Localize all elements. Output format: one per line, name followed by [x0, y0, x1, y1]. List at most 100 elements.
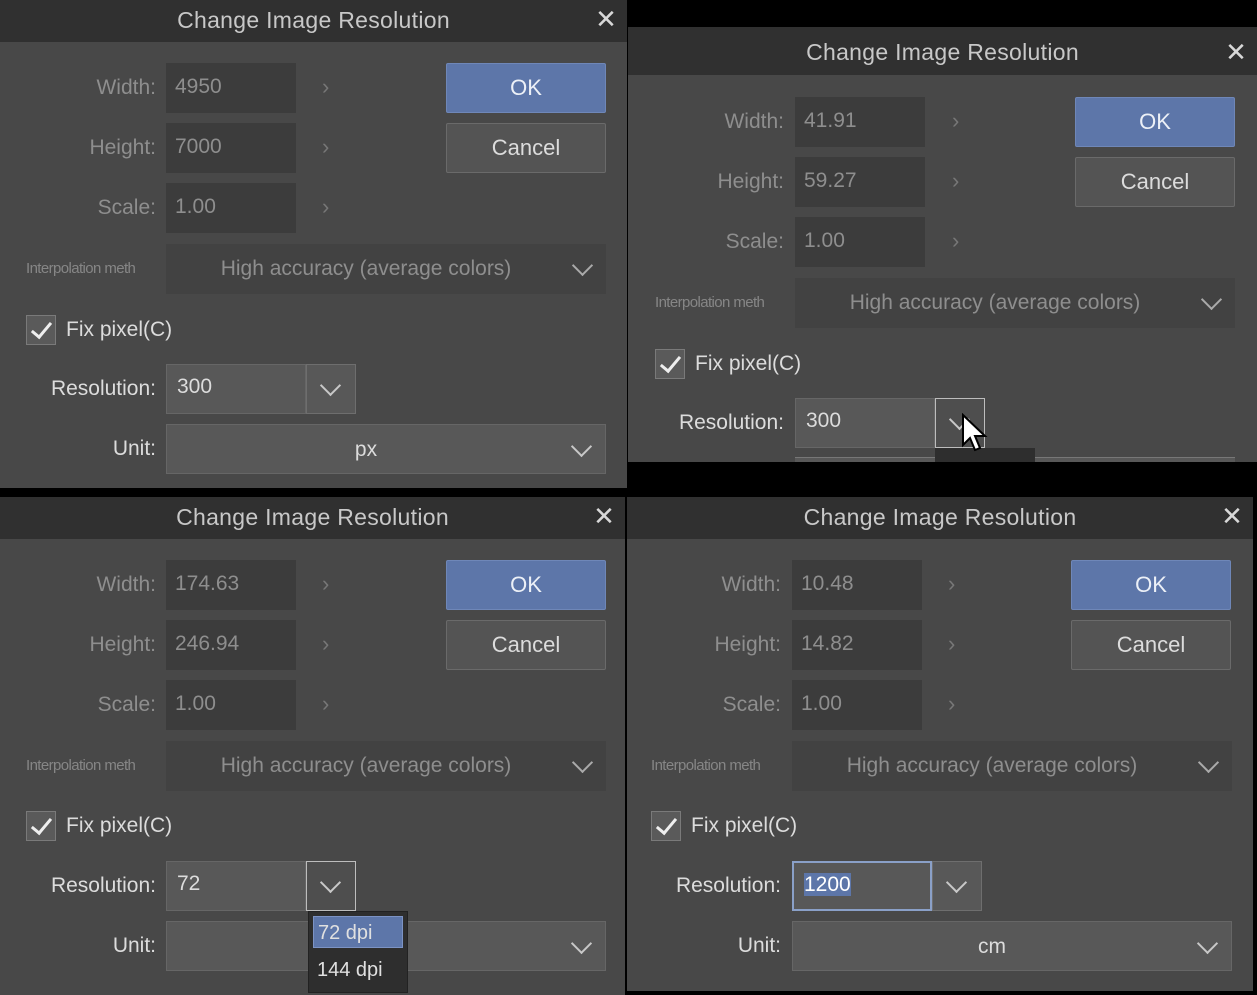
- fix-pixel-label: Fix pixel(C): [691, 814, 798, 837]
- cancel-button[interactable]: Cancel: [446, 123, 606, 173]
- fix-pixel-checkbox[interactable]: [655, 349, 685, 379]
- ok-button[interactable]: OK: [1075, 97, 1235, 147]
- close-icon[interactable]: ✕: [1221, 503, 1243, 529]
- chevron-right-icon[interactable]: ›: [322, 691, 329, 717]
- chevron-right-icon[interactable]: ›: [952, 228, 959, 254]
- resolution-dropdown-button[interactable]: [932, 861, 982, 911]
- width-field[interactable]: 10.48: [792, 560, 922, 610]
- interpolation-value: High accuracy (average colors): [220, 754, 512, 777]
- title-bar[interactable]: Change Image Resolution ✕: [628, 27, 1257, 75]
- chevron-right-icon[interactable]: ›: [948, 691, 955, 717]
- resolution-value: 300: [806, 409, 842, 432]
- resolution-label: Resolution:: [675, 874, 781, 897]
- height-label: Height:: [89, 136, 156, 159]
- chevron-right-icon[interactable]: ›: [322, 194, 329, 220]
- chevron-right-icon[interactable]: ›: [322, 571, 329, 597]
- height-label: Height:: [89, 633, 156, 656]
- scale-value: 1.00: [804, 229, 845, 252]
- resolution-options-popup: 72 dpi 144 dpi: [308, 911, 408, 993]
- unit-label: Unit:: [112, 437, 156, 460]
- ok-button[interactable]: OK: [1071, 560, 1231, 610]
- fix-pixel-checkbox[interactable]: [26, 811, 56, 841]
- cancel-button[interactable]: Cancel: [1071, 620, 1231, 670]
- resolution-dropdown-button[interactable]: [306, 364, 356, 414]
- interpolation-label: Interpolation meth: [26, 260, 136, 277]
- width-value: 10.48: [801, 572, 854, 595]
- height-value: 246.94: [175, 632, 240, 655]
- unit-label: Unit:: [112, 934, 156, 957]
- close-icon[interactable]: ✕: [595, 6, 617, 32]
- title-bar[interactable]: Change Image Resolution ✕: [627, 497, 1253, 539]
- height-value: 7000: [175, 135, 222, 158]
- resolution-input[interactable]: 300: [166, 364, 306, 414]
- scale-value: 1.00: [175, 692, 216, 715]
- height-label: Height:: [714, 633, 781, 656]
- resolution-input[interactable]: 300: [795, 398, 935, 448]
- checkmark-icon: [30, 316, 53, 340]
- chevron-right-icon[interactable]: ›: [322, 134, 329, 160]
- cancel-button[interactable]: Cancel: [1075, 157, 1235, 207]
- fix-pixel-checkbox[interactable]: [26, 315, 56, 345]
- ok-button[interactable]: OK: [446, 560, 606, 610]
- chevron-right-icon[interactable]: ›: [952, 168, 959, 194]
- resolution-input[interactable]: 1200: [792, 861, 932, 911]
- unit-value: px: [354, 438, 378, 461]
- height-label: Height:: [717, 170, 784, 193]
- dialog-title: Change Image Resolution: [803, 504, 1077, 530]
- scale-field[interactable]: 1.00: [166, 183, 296, 233]
- height-field[interactable]: 7000: [166, 123, 296, 173]
- scale-label: Scale:: [725, 230, 784, 253]
- resolution-option[interactable]: 144 dpi: [313, 954, 403, 986]
- interpolation-label: Interpolation meth: [655, 294, 765, 311]
- width-field[interactable]: 41.91: [795, 97, 925, 147]
- chevron-right-icon[interactable]: ›: [948, 631, 955, 657]
- checkmark-icon: [30, 812, 53, 836]
- resolution-label: Resolution:: [50, 874, 156, 897]
- chevron-right-icon[interactable]: ›: [952, 108, 959, 134]
- scale-field[interactable]: 1.00: [166, 680, 296, 730]
- width-label: Width:: [724, 110, 784, 133]
- resolution-dropdown-button[interactable]: [306, 861, 356, 911]
- interpolation-select[interactable]: High accuracy (average colors): [166, 741, 606, 791]
- interpolation-select[interactable]: High accuracy (average colors): [792, 741, 1232, 791]
- chevron-down-icon: [571, 254, 594, 277]
- unit-select[interactable]: cm: [792, 921, 1232, 971]
- height-field[interactable]: 14.82: [792, 620, 922, 670]
- chevron-down-icon: [1197, 751, 1220, 774]
- unit-select[interactable]: px: [166, 424, 606, 474]
- dialog-bottom-right: Change Image Resolution ✕ Width: 10.48 ›…: [627, 497, 1253, 991]
- interpolation-select[interactable]: High accuracy (average colors): [166, 244, 606, 294]
- interpolation-value: High accuracy (average colors): [846, 754, 1138, 777]
- scale-field[interactable]: 1.00: [792, 680, 922, 730]
- title-bar[interactable]: Change Image Resolution ✕: [0, 0, 627, 42]
- width-field[interactable]: 4950: [166, 63, 296, 113]
- close-icon[interactable]: ✕: [1225, 39, 1247, 65]
- unit-label: Unit:: [737, 934, 781, 957]
- height-field[interactable]: 59.27: [795, 157, 925, 207]
- dialog-bottom-left: Change Image Resolution ✕ Width: 174.63 …: [0, 497, 625, 995]
- interpolation-select[interactable]: High accuracy (average colors): [795, 278, 1235, 328]
- scale-label: Scale:: [97, 196, 156, 219]
- ok-button[interactable]: OK: [446, 63, 606, 113]
- cancel-button[interactable]: Cancel: [446, 620, 606, 670]
- width-field[interactable]: 174.63: [166, 560, 296, 610]
- fix-pixel-checkbox[interactable]: [651, 811, 681, 841]
- chevron-down-icon: [1196, 932, 1219, 955]
- resolution-value: 72: [177, 872, 201, 895]
- scale-value: 1.00: [175, 195, 216, 218]
- width-label: Width:: [96, 76, 156, 99]
- width-value: 41.91: [804, 109, 857, 132]
- scale-field[interactable]: 1.00: [795, 217, 925, 267]
- chevron-right-icon[interactable]: ›: [322, 631, 329, 657]
- chevron-right-icon[interactable]: ›: [322, 74, 329, 100]
- resolution-option[interactable]: 72 dpi: [313, 916, 403, 948]
- resolution-input[interactable]: 72: [166, 861, 306, 911]
- chevron-down-icon: [319, 871, 342, 894]
- chevron-down-icon: [570, 435, 593, 458]
- title-bar[interactable]: Change Image Resolution ✕: [0, 497, 625, 539]
- height-field[interactable]: 246.94: [166, 620, 296, 670]
- chevron-right-icon[interactable]: ›: [948, 571, 955, 597]
- resolution-value: 300: [177, 375, 213, 398]
- fix-pixel-label: Fix pixel(C): [66, 318, 173, 341]
- close-icon[interactable]: ✕: [593, 503, 615, 529]
